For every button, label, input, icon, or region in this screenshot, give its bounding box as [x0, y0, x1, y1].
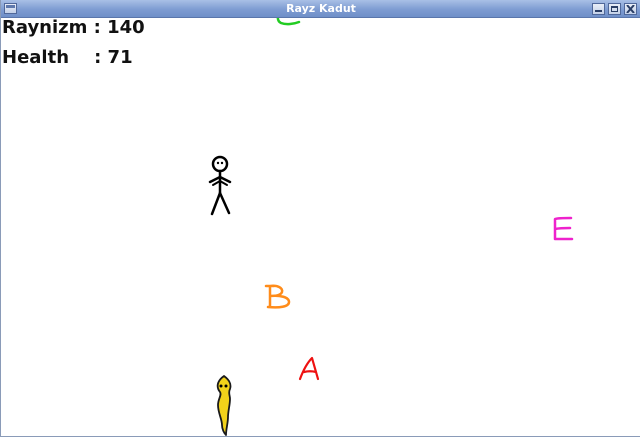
title-bar[interactable]: Rayz Kadut	[1, 0, 640, 18]
close-icon[interactable]	[624, 3, 637, 15]
game-canvas[interactable]: Raynizm : 140 Health : 71	[2, 18, 640, 436]
yellow-worm-icon	[216, 375, 232, 436]
letter-c-collectible	[276, 18, 301, 26]
letter-a-collectible	[298, 356, 320, 381]
stick-figure-icon	[208, 155, 232, 216]
health-display: Health : 71	[2, 47, 133, 68]
letter-e-collectible	[553, 216, 574, 241]
letter-b-collectible	[264, 284, 291, 309]
game-window: Rayz Kadut Raynizm : 140 Health : 71	[0, 0, 640, 437]
score-display: Raynizm : 140	[2, 18, 145, 38]
minimize-icon[interactable]	[592, 3, 605, 15]
window-title: Rayz Kadut	[286, 2, 356, 15]
maximize-icon[interactable]	[608, 3, 621, 15]
